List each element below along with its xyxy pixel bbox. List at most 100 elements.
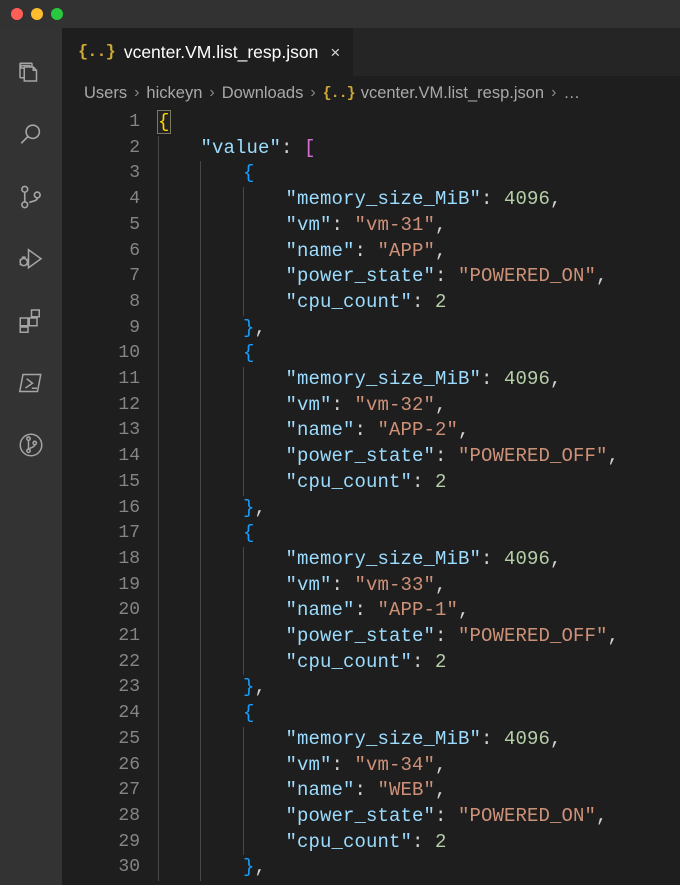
sidebar-item-run-and-debug[interactable] [0, 228, 62, 290]
code-line[interactable]: 12 "vm": "vm-32", [62, 393, 680, 419]
code-line[interactable]: 4 "memory_size_MiB": 4096, [62, 187, 680, 213]
code-line-text: "value": [ [200, 136, 315, 162]
code-line[interactable]: 8 "cpu_count": 2 [62, 290, 680, 316]
code-line-text: "cpu_count": 2 [285, 290, 446, 316]
line-number: 1 [129, 112, 140, 132]
code-line[interactable]: 17 { [62, 521, 680, 547]
code-line[interactable]: 11 "memory_size_MiB": 4096, [62, 367, 680, 393]
line-number: 19 [118, 574, 140, 595]
line-number: 24 [118, 703, 140, 724]
code-token: { [157, 110, 171, 134]
code-token: , [434, 393, 447, 416]
sidebar-item-source-control[interactable] [0, 166, 62, 228]
code-token: : [331, 213, 355, 236]
activity-bar [0, 28, 62, 885]
code-line-text: { [243, 161, 255, 187]
code-line[interactable]: 28 "power_state": "POWERED_ON", [62, 804, 680, 830]
code-token: "name" [285, 239, 355, 262]
code-line-text: "power_state": "POWERED_ON", [285, 804, 607, 830]
code-line[interactable]: 9}, [62, 316, 680, 342]
code-token: "name" [285, 779, 355, 802]
line-number: 20 [118, 600, 140, 621]
indent-guide [242, 546, 244, 676]
code-token: 4096 [504, 188, 551, 211]
code-token: { [242, 522, 255, 545]
code-line[interactable]: 30}, [62, 855, 680, 881]
code-line[interactable]: 27 "name": "WEB", [62, 778, 680, 804]
code-token: : [331, 753, 355, 776]
tab-vcenter-vm-list-resp-json[interactable]: {..} vcenter.VM.list_resp.json × [62, 28, 354, 76]
code-line[interactable]: 24 { [62, 701, 680, 727]
window-controls [0, 8, 63, 20]
close-icon[interactable]: × [327, 44, 340, 61]
code-token: : [480, 368, 504, 390]
code-token: } [242, 496, 255, 519]
code-line[interactable]: 1{ [62, 110, 680, 136]
code-token: : [480, 727, 504, 750]
code-line[interactable]: 16}, [62, 496, 680, 522]
powershell-icon [16, 368, 46, 398]
breadcrumb-item[interactable]: vcenter.VM.list_resp.json [361, 84, 544, 103]
code-line-text: "vm": "vm-31", [285, 213, 446, 239]
window-zoom-button[interactable] [51, 8, 63, 20]
code-token: "cpu_count" [285, 650, 412, 673]
code-line[interactable]: 21 "power_state": "POWERED_OFF", [62, 624, 680, 650]
code-line-text: "cpu_count": 2 [285, 470, 446, 496]
code-line[interactable]: 7 "power_state": "POWERED_ON", [62, 264, 680, 290]
code-line[interactable]: 18 "memory_size_MiB": 4096, [62, 547, 680, 573]
code-token: "vm-34" [354, 753, 435, 776]
sidebar-item-git-graph[interactable] [0, 414, 62, 476]
code-editor[interactable]: 1{2 "value": [3{4 "memory_size_MiB": 4096,… [62, 110, 680, 885]
window-close-button[interactable] [11, 8, 23, 20]
code-line-text: { [243, 521, 255, 547]
sidebar-item-explorer[interactable] [0, 42, 62, 104]
line-number: 15 [118, 471, 140, 492]
code-token: "power_state" [285, 445, 435, 468]
line-number: 28 [118, 805, 140, 826]
code-line[interactable]: 5 "vm": "vm-31", [62, 213, 680, 239]
code-line[interactable]: 22 "cpu_count": 2 [62, 650, 680, 676]
code-line[interactable]: 14 "power_state": "POWERED_OFF", [62, 444, 680, 470]
code-line-text: "vm": "vm-33", [285, 573, 446, 599]
code-line[interactable]: 26 "vm": "vm-34", [62, 753, 680, 779]
sidebar-item-powershell[interactable] [0, 352, 62, 414]
explorer-icon [16, 58, 46, 88]
code-line[interactable]: 13 "name": "APP-2", [62, 418, 680, 444]
window-minimize-button[interactable] [31, 8, 43, 20]
code-line[interactable]: 29 "cpu_count": 2 [62, 830, 680, 856]
line-number: 17 [118, 523, 140, 544]
sidebar-item-search[interactable] [0, 104, 62, 166]
breadcrumb-item[interactable]: Downloads [222, 84, 304, 103]
code-token: { [242, 162, 255, 185]
code-token: } [242, 856, 255, 879]
code-token: "vm" [285, 573, 332, 596]
code-token: , [434, 753, 447, 776]
code-line[interactable]: 3{ [62, 161, 680, 187]
code-token: : [411, 650, 435, 673]
code-line[interactable]: 15 "cpu_count": 2 [62, 470, 680, 496]
run-and-debug-icon [16, 244, 46, 274]
breadcrumb-item[interactable]: Users [84, 84, 127, 103]
code-line-text: }, [243, 316, 266, 342]
code-token: "POWERED_ON" [457, 804, 597, 827]
code-line[interactable]: 10 { [62, 341, 680, 367]
code-line[interactable]: 6 "name": "APP", [62, 239, 680, 265]
code-line[interactable]: 23}, [62, 675, 680, 701]
line-number: 5 [129, 214, 140, 235]
code-line[interactable]: 2 "value": [ [62, 136, 680, 162]
line-number: 3 [129, 163, 140, 184]
line-number: 16 [118, 497, 140, 518]
code-token: "APP-2" [377, 419, 458, 442]
sidebar-item-extensions[interactable] [0, 290, 62, 352]
code-line[interactable]: 20 "name": "APP-1", [62, 598, 680, 624]
line-number: 10 [118, 343, 140, 364]
code-line-text: "power_state": "POWERED_OFF", [285, 444, 619, 470]
code-line[interactable]: 19 "vm": "vm-33", [62, 573, 680, 599]
breadcrumb-item[interactable]: … [563, 84, 580, 103]
indent-guide [158, 135, 159, 881]
code-token: "vm-33" [354, 573, 435, 596]
code-line[interactable]: 25 "memory_size_MiB": 4096, [62, 727, 680, 753]
breadcrumb-item[interactable]: hickeyn [146, 84, 202, 103]
line-number: 8 [129, 291, 140, 312]
breadcrumb-separator: › [310, 84, 316, 101]
